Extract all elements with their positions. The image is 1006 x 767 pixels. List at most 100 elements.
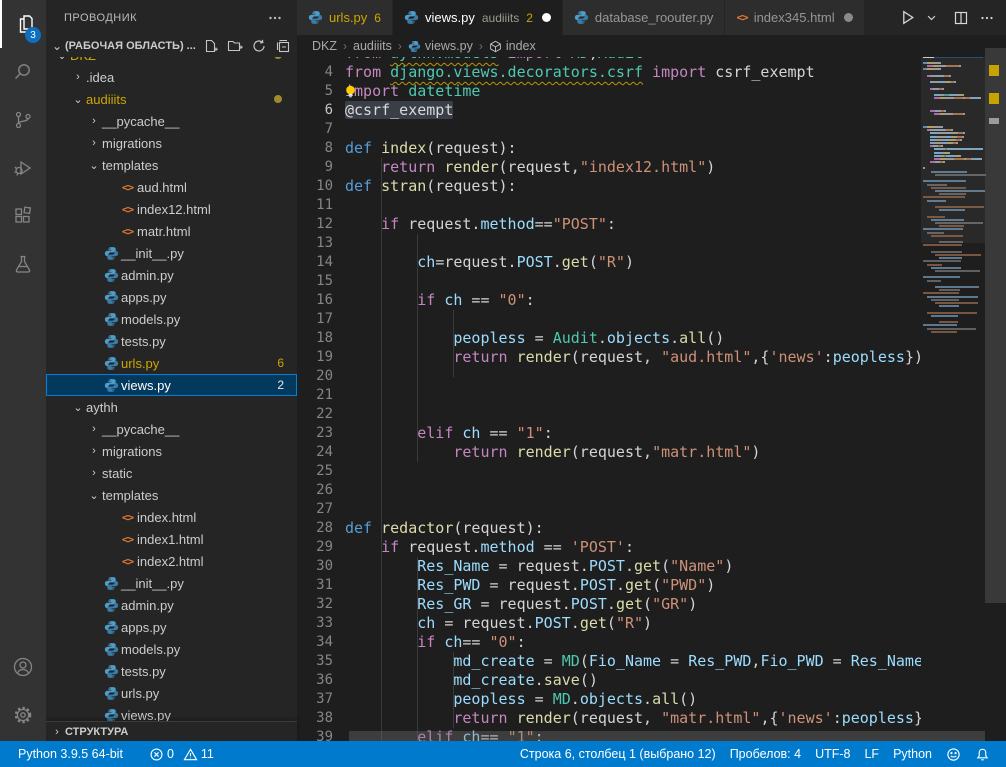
line-number[interactable]: 18	[297, 329, 333, 348]
line-number[interactable]: 13	[297, 234, 333, 253]
tree-item-static[interactable]: ›static	[46, 462, 297, 484]
line-number[interactable]: 17	[297, 310, 333, 329]
dirty-dot-icon[interactable]	[844, 13, 853, 22]
tree-item-aud.html[interactable]: <>aud.html	[46, 176, 297, 198]
tree-item-migrations[interactable]: ›migrations	[46, 132, 297, 154]
tree-item-__pycache__[interactable]: ›__pycache__	[46, 418, 297, 440]
tree-item-DKZ[interactable]: ⌄DKZ	[46, 57, 297, 66]
line-number[interactable]: 4	[297, 63, 333, 82]
line-number[interactable]: 19	[297, 348, 333, 367]
settings-button[interactable]	[0, 691, 46, 739]
tree-item-urls.py[interactable]: urls.py6	[46, 352, 297, 374]
line-number[interactable]: 24	[297, 443, 333, 462]
tree-item-apps.py[interactable]: apps.py	[46, 286, 297, 308]
tab-database_roouter.py[interactable]: database_roouter.py	[563, 0, 726, 35]
eol-status[interactable]: LF	[858, 741, 885, 767]
account-button[interactable]	[0, 643, 46, 691]
breadcrumb-item-audiiits[interactable]: audiiits	[353, 39, 392, 53]
tab-urls.py[interactable]: urls.py6	[297, 0, 393, 35]
tree-item-templates[interactable]: ⌄templates	[46, 484, 297, 506]
line-number[interactable]: 5	[297, 82, 333, 101]
minimap[interactable]	[921, 35, 985, 741]
line-number[interactable]: 38	[297, 709, 333, 728]
new-folder-icon[interactable]	[227, 38, 243, 54]
line-number[interactable]: 35	[297, 652, 333, 671]
line-number[interactable]: 31	[297, 576, 333, 595]
tree-item-views.py[interactable]: views.py2	[46, 374, 297, 396]
tree-item-index2.html[interactable]: <>index2.html	[46, 550, 297, 572]
line-number[interactable]: 27	[297, 500, 333, 519]
testing-view-button[interactable]	[0, 240, 46, 288]
line-number[interactable]: 25	[297, 462, 333, 481]
tree-item-tests.py[interactable]: tests.py	[46, 660, 297, 682]
line-number[interactable]: 32	[297, 595, 333, 614]
line-number[interactable]: 30	[297, 557, 333, 576]
line-number[interactable]: 11	[297, 196, 333, 215]
line-number[interactable]: 10	[297, 177, 333, 196]
scrollbar-thumb[interactable]	[985, 48, 1006, 603]
line-number[interactable]: 15	[297, 272, 333, 291]
search-view-button[interactable]	[0, 48, 46, 96]
breadcrumb-item-index[interactable]: index	[489, 39, 536, 53]
line-number[interactable]: 22	[297, 405, 333, 424]
tree-item-views.py[interactable]: views.py	[46, 704, 297, 722]
views-more-actions-icon[interactable]	[267, 10, 283, 26]
line-number[interactable]: 20	[297, 367, 333, 386]
source-control-view-button[interactable]	[0, 96, 46, 144]
outline-section-header[interactable]: › СТРУКТУРА	[46, 721, 297, 741]
horizontal-scrollbar[interactable]	[349, 731, 985, 741]
tree-item-index12.html[interactable]: <>index12.html	[46, 198, 297, 220]
language-mode-status[interactable]: Python	[887, 741, 938, 767]
dirty-dot-icon[interactable]	[542, 13, 551, 22]
notifications-button[interactable]	[969, 741, 996, 767]
line-number[interactable]: 14	[297, 253, 333, 272]
tree-item-urls.py[interactable]: urls.py	[46, 682, 297, 704]
line-number[interactable]: 23	[297, 424, 333, 443]
tree-item-.idea[interactable]: ›.idea	[46, 66, 297, 88]
line-number[interactable]: 6	[297, 101, 333, 120]
tree-item-__pycache__[interactable]: ›__pycache__	[46, 110, 297, 132]
problems-status[interactable]: 0 11	[143, 741, 220, 767]
feedback-button[interactable]	[940, 741, 967, 767]
line-number[interactable]: 33	[297, 614, 333, 633]
more-actions-button[interactable]	[976, 7, 998, 29]
tree-item-templates[interactable]: ⌄templates	[46, 154, 297, 176]
breadcrumb-item-DKZ[interactable]: DKZ	[312, 39, 337, 53]
tree-item-admin.py[interactable]: admin.py	[46, 264, 297, 286]
code-editor[interactable]: 3456789101112131415161718192021222324252…	[297, 35, 1006, 741]
cursor-position-status[interactable]: Строка 6, столбец 1 (выбрано 12)	[514, 741, 722, 767]
line-number[interactable]: 26	[297, 481, 333, 500]
tree-item-index1.html[interactable]: <>index1.html	[46, 528, 297, 550]
line-number[interactable]: 34	[297, 633, 333, 652]
line-number[interactable]: 8	[297, 139, 333, 158]
tree-item-models.py[interactable]: models.py	[46, 638, 297, 660]
line-number[interactable]: 28	[297, 519, 333, 538]
line-number[interactable]: 39	[297, 728, 333, 741]
python-interpreter-status[interactable]: Python 3.9.5 64-bit	[12, 741, 129, 767]
line-number[interactable]: 7	[297, 120, 333, 139]
line-number[interactable]: 29	[297, 538, 333, 557]
new-file-icon[interactable]	[203, 38, 219, 54]
tree-item-audiiits[interactable]: ⌄audiiits	[46, 88, 297, 110]
line-number[interactable]: 36	[297, 671, 333, 690]
split-editor-button[interactable]	[950, 7, 972, 29]
vertical-scrollbar[interactable]	[985, 35, 1006, 741]
extensions-view-button[interactable]	[0, 192, 46, 240]
lightbulb-icon[interactable]	[343, 84, 358, 99]
explorer-view-button[interactable]: 3	[0, 0, 46, 48]
breadcrumb-item-views.py[interactable]: views.py	[408, 39, 473, 53]
tree-item-models.py[interactable]: models.py	[46, 308, 297, 330]
line-number[interactable]: 12	[297, 215, 333, 234]
tree-item-apps.py[interactable]: apps.py	[46, 616, 297, 638]
tree-item-aythh[interactable]: ⌄aythh	[46, 396, 297, 418]
tab-index345.html[interactable]: <>index345.html	[725, 0, 864, 35]
run-button[interactable]	[896, 6, 919, 29]
tree-item-migrations[interactable]: ›migrations	[46, 440, 297, 462]
line-number[interactable]: 37	[297, 690, 333, 709]
line-number[interactable]: 21	[297, 386, 333, 405]
tree-item-index.html[interactable]: <>index.html	[46, 506, 297, 528]
run-dropdown-button[interactable]	[923, 9, 940, 26]
line-number[interactable]: 16	[297, 291, 333, 310]
tree-item-admin.py[interactable]: admin.py	[46, 594, 297, 616]
indentation-status[interactable]: Пробелов: 4	[724, 741, 807, 767]
